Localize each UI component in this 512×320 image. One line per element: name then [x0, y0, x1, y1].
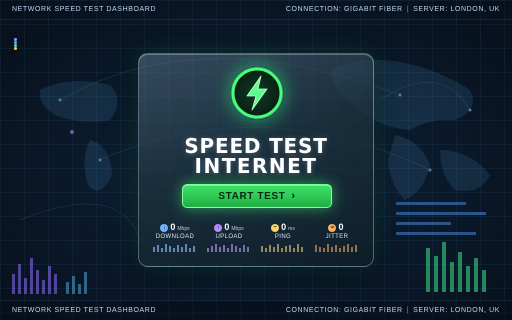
- connection-info: CONNECTION: GIGABIT FIBER | SERVER: LONDON…: [286, 307, 500, 314]
- dashboard-title: NETWORK SPEED TEST DASHBOARD: [12, 6, 157, 13]
- metric-download: ↓ 0 Mbps DOWNLOAD: [149, 222, 201, 262]
- right-activity-bars: [396, 202, 486, 292]
- metric-upload: ↑ 0 Mbps UPLOAD: [203, 222, 255, 262]
- connection-value: GIGABIT FIBER: [344, 6, 403, 13]
- download-sparkline: [153, 244, 195, 252]
- connection-label: CONNECTION:: [285, 6, 342, 13]
- download-value: 0: [170, 222, 176, 232]
- speed-test-card: SPEED TEST INTERNET START TEST › ↓ 0 Mbp…: [138, 53, 374, 267]
- lightning-bolt-icon: [230, 66, 284, 120]
- jitter-label: JITTER: [325, 234, 349, 240]
- ping-icon: ~: [271, 223, 280, 232]
- ping-unit: ms: [288, 226, 295, 232]
- download-unit: Mbps: [177, 226, 190, 232]
- download-label: DOWNLOAD: [155, 234, 195, 240]
- metric-jitter: ≈ 0 JITTER: [311, 222, 363, 262]
- connection-info: CONNECTION: GIGABIT FIBER | SERVER: LONDON…: [286, 6, 500, 13]
- left-activity-bars: [12, 258, 87, 294]
- legend-item: [14, 47, 17, 50]
- start-test-button[interactable]: START TEST ›: [182, 184, 332, 208]
- server-value: LONDON, UK: [450, 6, 500, 13]
- download-icon: ↓: [160, 223, 169, 232]
- upload-label: UPLOAD: [215, 234, 243, 240]
- upload-sparkline: [207, 244, 249, 252]
- server-label: SERVER:: [413, 307, 448, 314]
- ping-label: PING: [274, 234, 292, 240]
- legend-dot-icon: [14, 47, 17, 50]
- upload-unit: Mbps: [231, 226, 244, 232]
- metric-ping: ~ 0 ms PING: [257, 222, 309, 262]
- separator: |: [406, 307, 410, 314]
- upload-value: 0: [224, 222, 230, 232]
- metrics-row: ↓ 0 Mbps DOWNLOAD ↑ 0 Mbps UPLOAD ~ 0 ms…: [149, 222, 363, 262]
- ping-value: 0: [281, 222, 287, 232]
- chevron-right-icon: ›: [291, 190, 296, 202]
- jitter-sparkline: [315, 244, 357, 252]
- connection-label: CONNECTION:: [285, 307, 342, 314]
- dashboard-title: NETWORK SPEED TEST DASHBOARD: [12, 307, 157, 314]
- bottom-status-bar: NETWORK SPEED TEST DASHBOARD CONNECTION:…: [0, 300, 512, 320]
- upload-icon: ↑: [214, 223, 223, 232]
- separator: |: [406, 6, 410, 13]
- card-subtitle: INTERNET: [194, 154, 318, 178]
- legend-list: [14, 38, 17, 50]
- server-label: SERVER:: [413, 6, 448, 13]
- server-value: LONDON, UK: [450, 307, 500, 314]
- connection-value: GIGABIT FIBER: [344, 307, 403, 314]
- ping-sparkline: [261, 244, 303, 252]
- jitter-icon: ≈: [328, 223, 337, 232]
- jitter-value: 0: [338, 222, 344, 232]
- top-status-bar: NETWORK SPEED TEST DASHBOARD CONNECTION:…: [0, 0, 512, 20]
- start-test-label: START TEST: [218, 190, 286, 202]
